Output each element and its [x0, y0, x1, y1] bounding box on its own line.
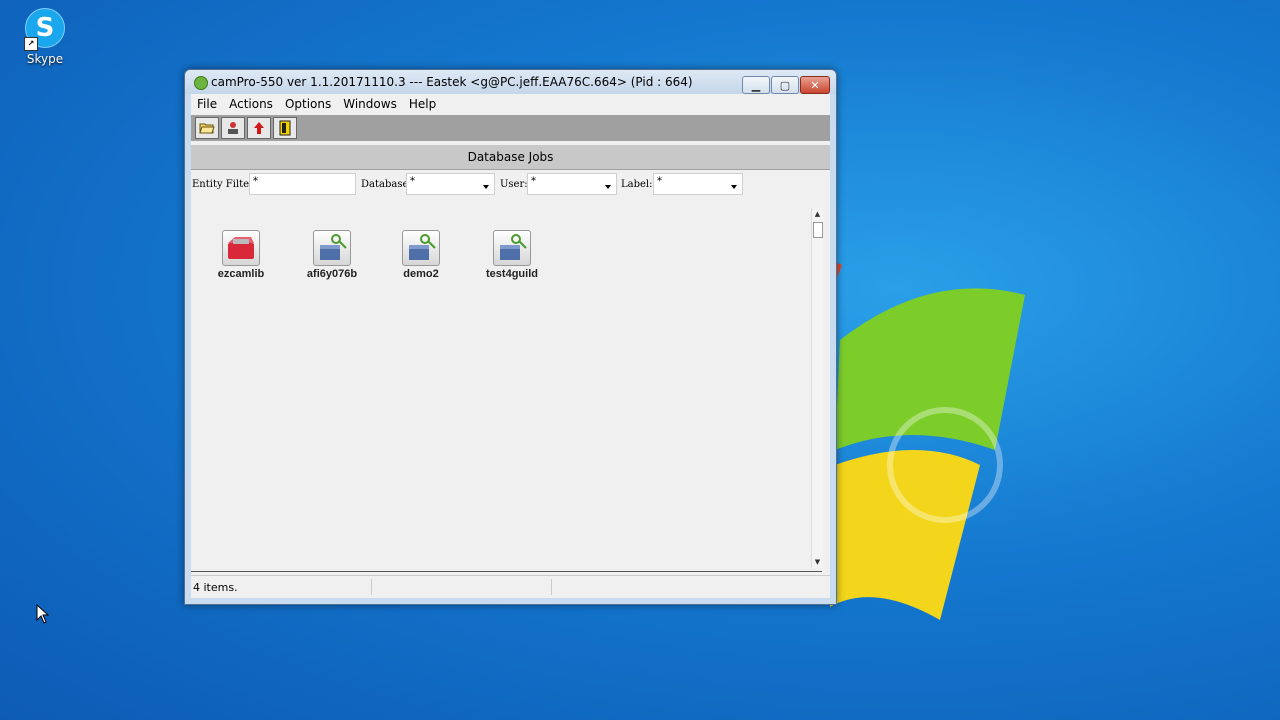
maximize-button[interactable]: ▢ — [771, 76, 799, 94]
menu-help[interactable]: Help — [403, 97, 442, 111]
entity-filter-input[interactable]: * — [249, 173, 356, 195]
menu-bar: File Actions Options Windows Help — [191, 94, 830, 114]
database-key-icon — [313, 230, 351, 266]
skype-icon: S ↗ — [24, 8, 65, 51]
users-button[interactable] — [221, 117, 245, 139]
toolbar — [191, 115, 830, 141]
scroll-down-icon[interactable]: ▼ — [812, 556, 823, 568]
app-icon — [194, 76, 208, 90]
database-key-icon — [402, 230, 440, 266]
list-item[interactable]: ezcamlib — [211, 230, 271, 280]
window-title: camPro-550 ver 1.1.20171110.3 --- Eastek… — [211, 75, 693, 89]
mouse-cursor-icon — [36, 604, 50, 624]
open-folder-button[interactable] — [195, 117, 219, 139]
status-bar: 4 items. — [191, 575, 830, 598]
exit-button[interactable] — [273, 117, 297, 139]
desktop-shortcut-skype[interactable]: S ↗ Skype — [20, 8, 70, 66]
window-controls: ▁ ▢ ✕ — [741, 76, 830, 94]
menu-options[interactable]: Options — [279, 97, 337, 111]
window-client-area: File Actions Options Windows Help Databa… — [191, 94, 830, 598]
upload-arrow-icon — [254, 122, 264, 134]
windows-logo-wallpaper — [830, 260, 1025, 620]
item-label: afi6y076b — [306, 268, 358, 280]
database-label: Database: — [361, 179, 412, 190]
scroll-thumb[interactable] — [813, 222, 823, 238]
status-divider — [551, 579, 552, 595]
exit-door-icon — [279, 120, 291, 136]
campro-window: camPro-550 ver 1.1.20171110.3 --- Eastek… — [184, 69, 837, 605]
library-box-icon — [222, 230, 260, 266]
desktop-shortcut-label: Skype — [26, 52, 64, 66]
jobs-list: ezcamlib afi6y076b demo2 test4guild — [191, 202, 822, 572]
close-button[interactable]: ✕ — [800, 76, 830, 94]
section-title: Database Jobs — [191, 145, 830, 170]
list-item[interactable]: test4guild — [482, 230, 542, 280]
status-divider — [371, 579, 372, 595]
menu-windows[interactable]: Windows — [337, 97, 403, 111]
title-bar[interactable]: camPro-550 ver 1.1.20171110.3 --- Eastek… — [185, 70, 836, 94]
filter-bar: Entity Filter: * Database: * User: * Lab… — [191, 170, 830, 198]
list-item[interactable]: demo2 — [391, 230, 451, 280]
database-key-icon — [493, 230, 531, 266]
item-label: demo2 — [403, 268, 439, 280]
entity-filter-label: Entity Filter: — [192, 179, 258, 190]
item-label: ezcamlib — [217, 268, 265, 280]
folder-open-icon — [199, 123, 215, 134]
user-label: User: — [500, 179, 528, 190]
menu-actions[interactable]: Actions — [223, 97, 279, 111]
user-select[interactable]: * — [527, 173, 617, 195]
upload-button[interactable] — [247, 117, 271, 139]
database-select[interactable]: * — [406, 173, 495, 195]
label-select[interactable]: * — [653, 173, 743, 195]
minimize-button[interactable]: ▁ — [742, 76, 770, 94]
menu-file[interactable]: File — [191, 97, 223, 111]
users-icon — [228, 122, 238, 134]
label-label: Label: — [621, 179, 653, 190]
shortcut-arrow-icon: ↗ — [24, 37, 38, 51]
scroll-up-icon[interactable]: ▲ — [812, 208, 823, 220]
vertical-scrollbar[interactable]: ▲ ▼ — [811, 208, 823, 568]
item-label: test4guild — [486, 268, 538, 280]
list-item[interactable]: afi6y076b — [302, 230, 362, 280]
status-text: 4 items. — [193, 581, 238, 594]
